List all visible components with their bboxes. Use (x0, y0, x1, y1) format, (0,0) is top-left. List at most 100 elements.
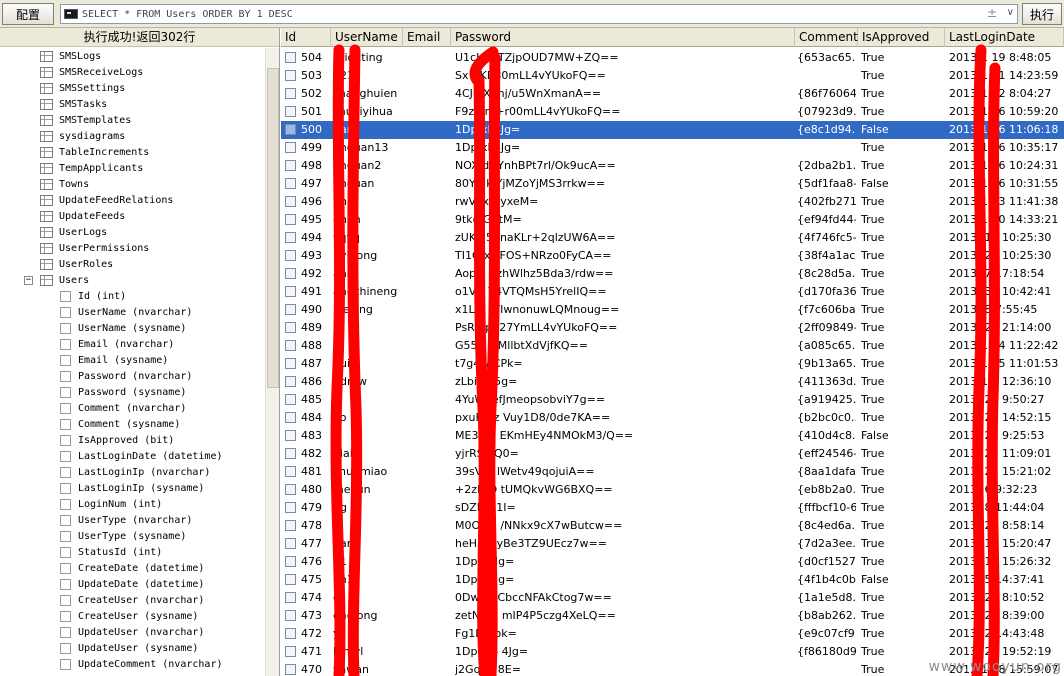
tree-table-item[interactable]: SMSSettings (0, 80, 266, 96)
table-cell: anquan2 (333, 159, 382, 172)
column-header[interactable]: IsApproved (858, 28, 945, 47)
table-row[interactable]: 496 ungrwVxx CyxeM={402fb271...True2013-… (281, 193, 1064, 211)
table-cell: meijun (333, 483, 371, 496)
tree-column-item[interactable]: Email (sysname) (0, 352, 266, 368)
table-row[interactable]: 501 zhuaiyihua F9z 0m+r00mLL4vYUkoFQ== {079… (281, 103, 1064, 121)
tree-table-item[interactable]: UpdateFeedRelations (0, 192, 266, 208)
column-header[interactable]: Email (403, 28, 451, 47)
table-row[interactable]: 504 ruiouting U1cH qiTZjpOUD7MW+ZQ== {653ac… (281, 49, 1064, 67)
tree-table-item[interactable]: UserPermissions (0, 240, 266, 256)
tree-column-item[interactable]: LoginNum (int) (0, 496, 266, 512)
tree-scrollbar[interactable] (265, 48, 279, 676)
tree-column-item[interactable]: LastLoginIp (sysname) (0, 480, 266, 496)
tree-table-item[interactable]: SMSTemplates (0, 112, 266, 128)
table-cell (405, 517, 449, 535)
table-row[interactable]: 498 anquan2 NOX dOYnhBPt7rl/Ok9ucA== {2dba… (281, 157, 1064, 175)
tree-column-item[interactable]: UpdateComment (nvarchar) (0, 656, 266, 672)
table-row[interactable]: 486 ndrewzLbi9o 5g={411363d...True2013-1… (281, 373, 1064, 391)
table-row[interactable]: 492 ang Aopel qzhWlhz5Bda3/rdw== {8c28d5a.… (281, 265, 1064, 283)
tree-table-item[interactable]: UserRoles (0, 256, 266, 272)
table-row[interactable]: 473 englong zetNmB mIP4P5czg4XeLQ== {b8ab2… (281, 607, 1064, 625)
tree-table-item[interactable]: SMSReceiveLogs (0, 64, 266, 80)
chevron-down-icon[interactable]: ∨ (1007, 7, 1014, 18)
table-row[interactable]: 502 zhanghuien 4CJ TX2hj/u5WnXmanA== {86f76… (281, 85, 1064, 103)
table-row[interactable]: 497 anquan 80Yb kjYjMZoYjMS3rrkw== {5df1fa… (281, 175, 1064, 193)
column-header[interactable]: Id (281, 28, 331, 47)
table-row[interactable]: 494 yqyq zUKu 53naKLr+2qlzUW6A== {4f746fc5… (281, 229, 1064, 247)
table-row[interactable]: 483 j ME3bm EKmHEy4NMOkM3/Q== {410d4c8... F… (281, 427, 1064, 445)
table-row[interactable]: 493 nyulong TI1G xwFOS+NRzo0FyCA== {38f4a1… (281, 247, 1064, 265)
table-cell (797, 67, 856, 85)
table-row[interactable]: 477 uanheHFiZ yBe3TZ9UEcz7w=={7d2a3ee...… (281, 535, 1064, 553)
table-row[interactable]: 489 1PsR4 ph27YmLL4vYUkoFQ=={2ff09849-..… (281, 319, 1064, 337)
tree-table-item[interactable]: UpdateFeeds (0, 208, 266, 224)
tree-column-item[interactable]: LastLoginIp (nvarchar) (0, 464, 266, 480)
tree-column-item[interactable]: UserName (nvarchar) (0, 304, 266, 320)
tree-column-item[interactable]: LastLoginDate (datetime) (0, 448, 266, 464)
sql-input[interactable]: SELECT * FROM Users ORDER BY 1 DESC ± ∨ (60, 4, 1018, 24)
table-cell: True (861, 627, 885, 640)
table-row[interactable]: 488 sli G55E ieMllbtXdVjfKQ== {a085c65... T… (281, 337, 1064, 355)
tree-table-item[interactable]: − Users (0, 272, 266, 288)
table-row[interactable]: 503 1212 Sx CKB80mLL4vYUkoFQ== True 2013-1 … (281, 67, 1064, 85)
tree-column-item[interactable]: UserType (sysname) (0, 528, 266, 544)
tree-column-item[interactable]: Id (int) (0, 288, 266, 304)
tree-table-item[interactable]: sysdiagrams (0, 128, 266, 144)
table-row[interactable]: 487 huit7g4w CPk={9b13a65...True2013-1 2… (281, 355, 1064, 373)
tree-table-item[interactable]: TempApplicants (0, 160, 266, 176)
table-row[interactable]: 499 anquan13 1Dp xk4Jg= True 2013-1 16 10:3… (281, 139, 1064, 157)
column-header[interactable]: LastLoginDate (945, 28, 1064, 47)
table-row[interactable]: 474 g0DwZ4 CbccNFAkCtog7w=={1a1e5d8...Tr… (281, 589, 1064, 607)
column-header[interactable]: Comment (795, 28, 858, 47)
tree-table-item[interactable]: UserLogs (0, 224, 266, 240)
table-row[interactable]: 485 R4YuWj efJmeopsobviY7g=={a919425...T… (281, 391, 1064, 409)
tree-column-item[interactable]: Email (nvarchar) (0, 336, 266, 352)
table-row[interactable]: 490 ineiling x1Lm Z/IwnonuwLQMnoug== {f7c6… (281, 301, 1064, 319)
table-row[interactable]: 475 en11Dpdh Jg={4f1b4c0b...False2013- 5… (281, 571, 1064, 589)
column-icon (60, 562, 71, 574)
tree-column-item[interactable]: CreateDate (datetime) (0, 560, 266, 576)
tree-table-item[interactable]: SMSTasks (0, 96, 266, 112)
tree-table-item[interactable]: Towns (0, 176, 266, 192)
column-icon (60, 546, 71, 558)
table-row[interactable]: 476 n11Dpdh Jg={d0cf1527...True2013- 11 … (281, 553, 1064, 571)
table-row[interactable]: 500 dan 1Dp xk4Jg= {e8c1d94... False 2013-1 … (281, 121, 1064, 139)
table-row[interactable]: 478 n M0OOU /NNkx9cX7wButcw== {8c4ed6a... T… (281, 517, 1064, 535)
tree-column-item[interactable]: Comment (nvarchar) (0, 400, 266, 416)
tree-column-item[interactable]: Password (sysname) (0, 384, 266, 400)
column-icon (60, 642, 71, 654)
config-button[interactable]: 配置 (2, 3, 54, 25)
tree-item-label: CreateDate (datetime) (78, 562, 205, 574)
tree-column-item[interactable]: CreateUser (sysname) (0, 608, 266, 624)
tree-column-item[interactable]: IsApproved (bit) (0, 432, 266, 448)
tree-column-item[interactable]: UserType (nvarchar) (0, 512, 266, 528)
table-row[interactable]: 479 ngsDZDZ 1I={fffbcf10-6...True2013- 8… (281, 499, 1064, 517)
tree-column-item[interactable]: UpdateDate (datetime) (0, 576, 266, 592)
tree-column-item[interactable]: StatusId (int) (0, 544, 266, 560)
table-row[interactable]: 472 yFg1Ljv ok={e9c07cf9...True2013- 2 1… (281, 625, 1064, 643)
table-row[interactable]: 481 chunmiao 39sVrP lWetv49qojuiA== {8aa1d… (281, 463, 1064, 481)
tree-item-label: LastLoginIp (nvarchar) (78, 466, 211, 478)
table-row[interactable]: 482 qiaiyjrRSo Q0={eff24546-...True2013-… (281, 445, 1064, 463)
collapse-icon[interactable]: − (24, 275, 33, 285)
tree-table-item[interactable]: SMSLogs (0, 48, 266, 64)
column-header[interactable]: UserName (331, 28, 403, 47)
tree-column-item[interactable]: CreateUser (nvarchar) (0, 592, 266, 608)
tree-column-item[interactable]: UpdateUser (sysname) (0, 640, 266, 656)
table-row[interactable]: 484 ao pxuHpiz Vuy1D8/0de7KA== {b2bc0c0...… (281, 409, 1064, 427)
tree-column-item[interactable]: UpdateUser (nvarchar) (0, 624, 266, 640)
table-row[interactable]: 491 angzhineng o1VG T4VTQMsH5YrelIQ== {d17… (281, 283, 1064, 301)
execute-button[interactable]: 执行 (1022, 3, 1062, 25)
table-cell: {e9c07cf9... (797, 627, 856, 640)
tree-column-item[interactable]: Comment (sysname) (0, 416, 266, 432)
tree-column-item[interactable]: UserName (sysname) (0, 320, 266, 336)
tree-column-item[interactable]: Password (nvarchar) (0, 368, 266, 384)
table-cell: yqyq (333, 231, 360, 244)
table-row[interactable]: 495 gnan9tkd GntM={ef94fd44-...True2013-… (281, 211, 1064, 229)
plus-minus-icon[interactable]: ± (987, 6, 997, 20)
tree-table-item[interactable]: TableIncrements (0, 144, 266, 160)
scrollbar-thumb[interactable] (267, 68, 279, 388)
column-header[interactable]: Password (451, 28, 795, 47)
table-cell (405, 625, 449, 643)
table-row[interactable]: 480 meijun +2zDiQ tUMQkvWG6BXQ== {eb8b2a0.… (281, 481, 1064, 499)
